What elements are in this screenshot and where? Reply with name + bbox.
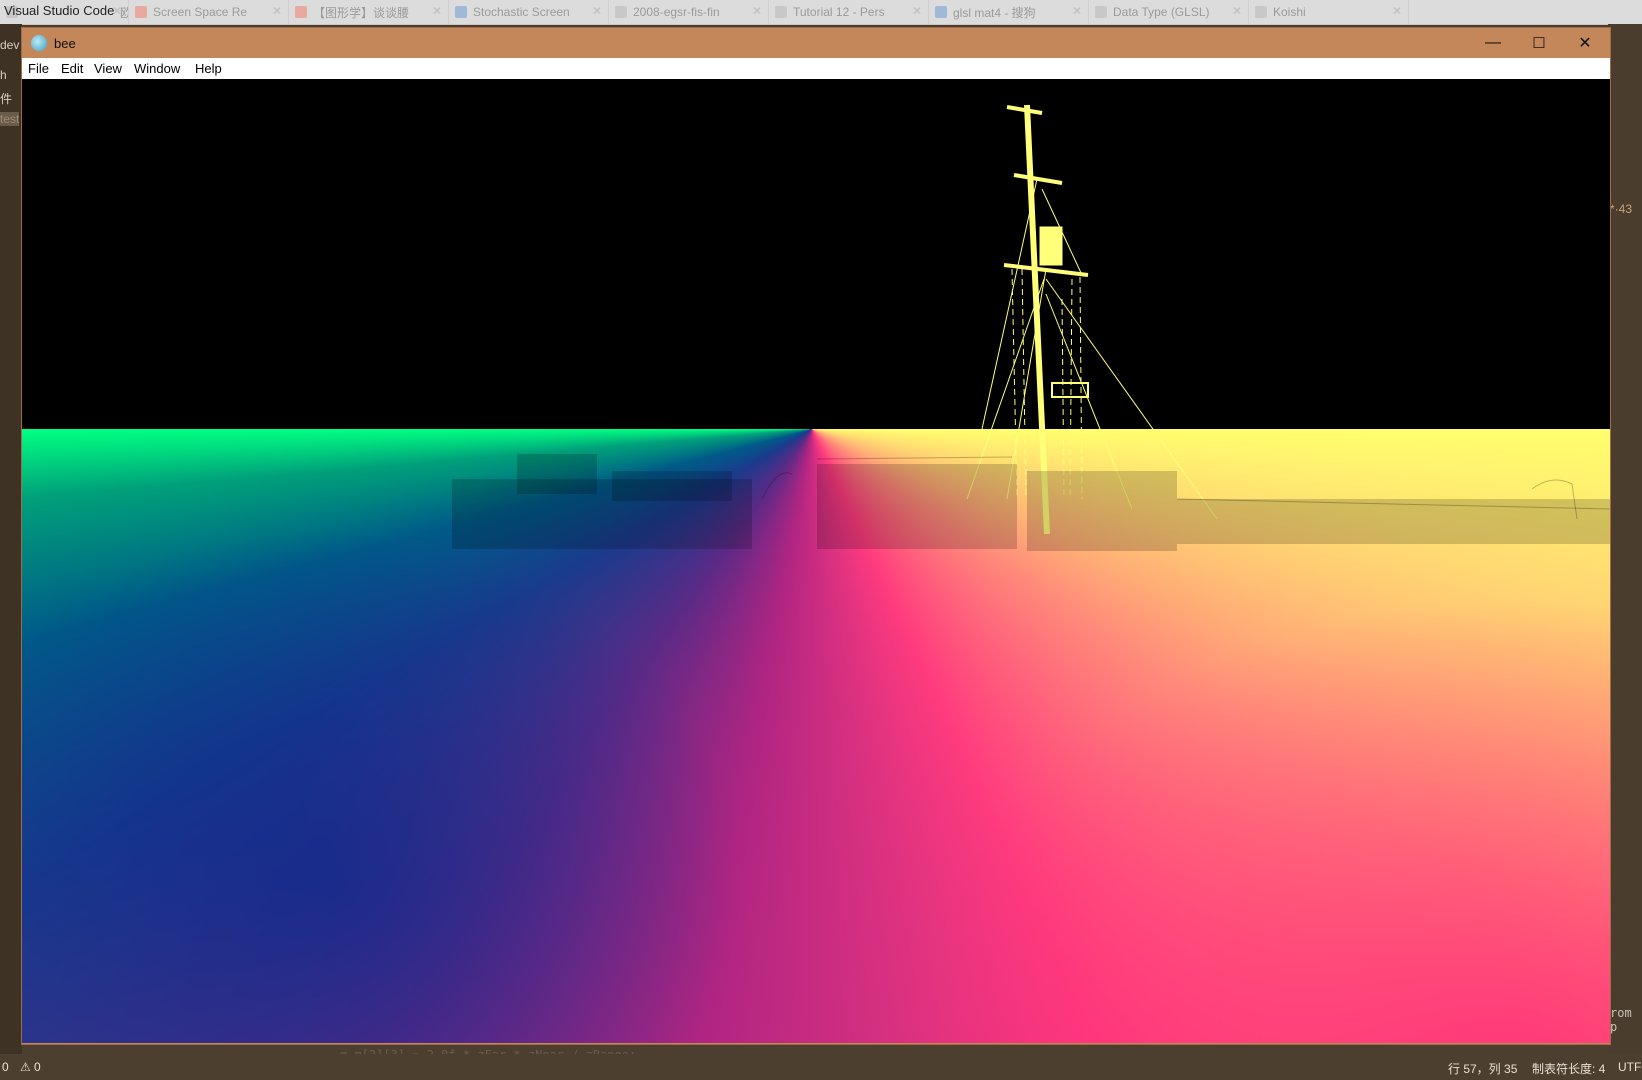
favicon-icon [135, 6, 147, 18]
close-tab-icon[interactable]: ✕ [592, 4, 602, 18]
browser-tab[interactable]: Tutorial 12 - Pers ✕ [769, 0, 929, 24]
browser-tab[interactable]: Data Type (GLSL) ✕ [1089, 0, 1249, 24]
cursor-position[interactable]: 行 57，列 35 [1448, 1060, 1517, 1077]
menu-bar: File Edit View Window Help [22, 58, 1610, 80]
menu-edit[interactable]: Edit [61, 61, 83, 76]
editor-fragment: *·43 [1610, 202, 1633, 216]
browser-tab[interactable]: Stochastic Screen ✕ [449, 0, 609, 24]
minimize-button[interactable]: — [1470, 28, 1516, 58]
favicon-icon [775, 6, 787, 18]
menu-file[interactable]: File [28, 61, 49, 76]
close-tab-icon[interactable]: ✕ [912, 4, 922, 18]
favicon-icon [1095, 6, 1107, 18]
vscode-sidebar-edge: dev h 件 test [0, 24, 22, 1054]
vscode-status-bar: 0 ⚠ 0 行 57，列 35 制表符长度: 4 UTF- [0, 1054, 1642, 1080]
favicon-icon [295, 6, 307, 18]
tab-size[interactable]: 制表符长度: 4 [1532, 1060, 1605, 1077]
warning-count[interactable]: 0 [34, 1060, 41, 1074]
browser-tab[interactable]: Koishi ✕ [1249, 0, 1409, 24]
close-tab-icon[interactable]: ✕ [432, 4, 442, 18]
bee-window: bee — ☐ ✕ File Edit View Window Help [22, 28, 1610, 1044]
ship-wireframe [452, 104, 1610, 551]
favicon-icon [455, 6, 467, 18]
vscode-window-title: Visual Studio Code [4, 3, 115, 18]
close-tab-icon[interactable]: ✕ [1072, 4, 1082, 18]
vscode-right-edge [1608, 24, 1642, 1054]
encoding[interactable]: UTF- [1618, 1060, 1642, 1074]
menu-window[interactable]: Window [134, 61, 180, 76]
browser-tab[interactable]: glsl mat4 - 搜狗 ✕ [929, 0, 1089, 24]
browser-tab[interactable]: Screen Space Re ✕ [129, 0, 289, 24]
favicon-icon [935, 6, 947, 18]
maximize-button[interactable]: ☐ [1516, 28, 1562, 58]
editor-fragment: rom p [1610, 1006, 1632, 1034]
menu-help[interactable]: Help [195, 61, 222, 76]
app-icon [31, 35, 47, 51]
render-viewport[interactable] [22, 79, 1610, 1043]
browser-tab[interactable]: 【图形学】谈谈腰 ✕ [289, 0, 449, 24]
warning-icon: ⚠ [20, 1060, 31, 1074]
window-title: bee [54, 36, 76, 51]
title-bar[interactable]: bee — ☐ ✕ [22, 28, 1610, 58]
favicon-icon [1255, 6, 1267, 18]
menu-view[interactable]: View [94, 61, 122, 76]
close-tab-icon[interactable]: ✕ [272, 4, 282, 18]
close-button[interactable]: ✕ [1562, 28, 1608, 58]
close-tab-icon[interactable]: ✕ [1392, 4, 1402, 18]
favicon-icon [615, 6, 627, 18]
close-tab-icon[interactable]: ✕ [1232, 4, 1242, 18]
error-count[interactable]: 0 [2, 1060, 9, 1074]
close-tab-icon[interactable]: ✕ [752, 4, 762, 18]
browser-tab-strip: 欧莫_Ali213✕ Screen Space Re✕ 【图形学】谈谈腰✕ St… [0, 0, 1642, 25]
browser-tab[interactable]: 2008-egsr-fis-fin ✕ [609, 0, 769, 24]
